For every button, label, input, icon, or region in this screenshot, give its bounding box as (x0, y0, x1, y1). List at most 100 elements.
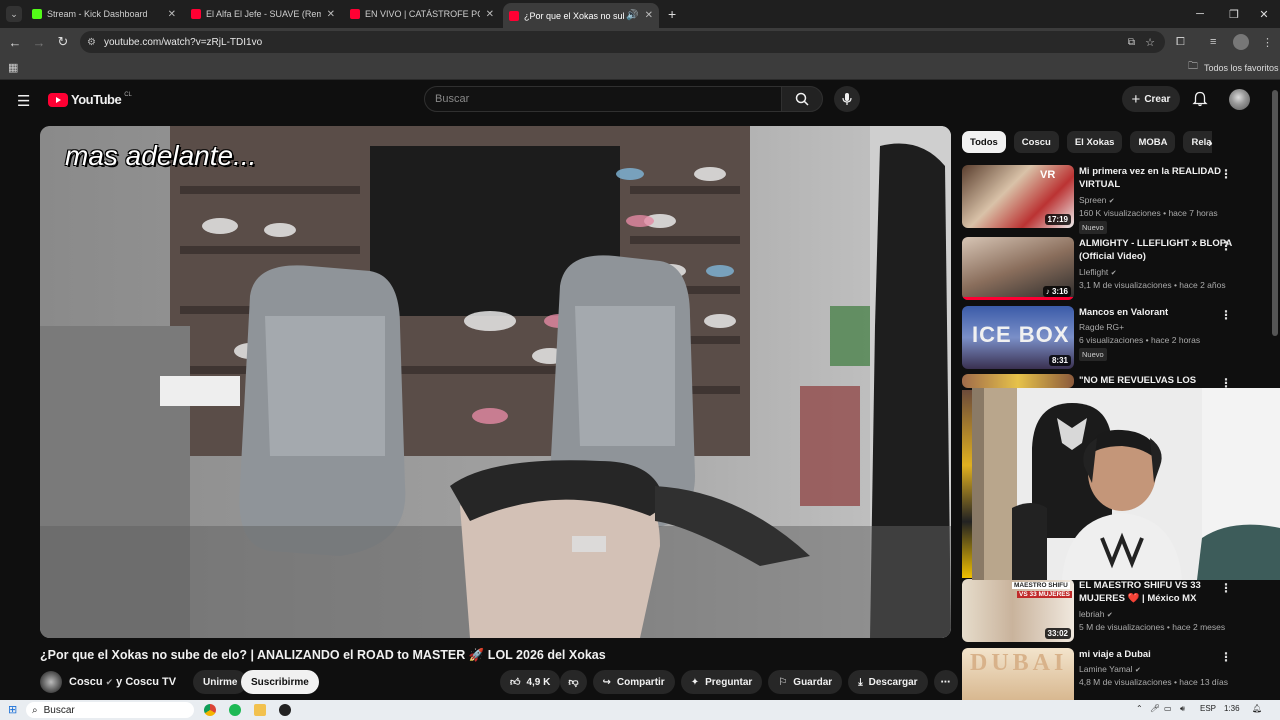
video-thumbnail[interactable]: ♪ 3:16 (962, 237, 1074, 300)
recommendation-item[interactable]: ♪ 3:16 ALMIGHTY - LLEFLIGHT x BLOPA (Off… (962, 237, 1262, 301)
profile-avatar[interactable] (1233, 34, 1249, 50)
video-title[interactable]: EL MAESTRO SHIFU VS 33 MUJERES ❤️ | Méxi… (1079, 579, 1239, 605)
youtube-play-icon (48, 92, 68, 107)
account-avatar[interactable] (1229, 89, 1250, 110)
obs-icon[interactable] (279, 704, 291, 716)
recommendation-item[interactable]: VR 17:19 Mi primera vez en la REALIDAD V… (962, 165, 1262, 234)
channel-name[interactable]: Lamine Yamal ✔ (1079, 664, 1141, 674)
more-options-icon[interactable]: ⋮ (1220, 239, 1232, 253)
search-placeholder: Buscar (435, 93, 470, 105)
channel-name[interactable]: Spreen ✔ (1079, 195, 1115, 205)
save-button[interactable]: ⚐ Guardar (768, 670, 843, 694)
microphone-icon (842, 93, 852, 105)
channel-name[interactable]: Lleflight ✔ (1079, 267, 1117, 277)
thumb-text: MAESTRO SHIFU (1012, 582, 1070, 589)
video-title[interactable]: Mancos en Valorant (1079, 306, 1239, 319)
close-tab-icon[interactable]: ✕ (327, 9, 335, 20)
channel-name[interactable]: lebriah ✔ (1079, 609, 1113, 619)
browser-menu-icon[interactable]: ⋮ (1262, 36, 1273, 49)
browser-tab-active[interactable]: ¿Por que el Xokas no sube d 🔊 ✕ (503, 3, 659, 28)
video-thumbnail[interactable]: VR 17:19 (962, 165, 1074, 228)
forward-icon[interactable]: → (27, 30, 51, 54)
network-icon[interactable]: ▭ (1164, 704, 1172, 713)
windows-start-icon[interactable]: ⊞ (8, 703, 17, 716)
browser-tab-kick[interactable]: Stream - Kick Dashboard ✕ (26, 3, 182, 25)
bookmarks-folder[interactable]: Todos los favoritos (1204, 63, 1279, 73)
chip-todos[interactable]: Todos (962, 131, 1006, 153)
channel-name[interactable]: Ragde RG+ (1079, 322, 1124, 332)
chrome-icon[interactable] (204, 704, 216, 716)
channel-collab[interactable]: y Coscu TV (116, 676, 176, 688)
recommendation-item[interactable]: MAESTRO SHIFU VS 33 MUJERES 33:02 EL MAE… (962, 579, 1262, 643)
voice-search-button[interactable] (834, 86, 860, 112)
youtube-logo[interactable]: YouTube CL (48, 92, 132, 107)
recommendation-item[interactable]: DUBAI mi viaje a Dubai Lamine Yamal ✔ 4,… (962, 648, 1262, 700)
cast-icon[interactable]: ⧉ (1128, 37, 1135, 48)
webcam-overlay (972, 388, 1280, 580)
close-window-icon[interactable]: ✕ (1248, 0, 1280, 28)
taskbar-search[interactable]: ⌕ Buscar (26, 702, 194, 718)
more-options-icon[interactable]: ⋮ (1220, 581, 1232, 595)
tray-mic-icon[interactable]: 🎤︎ (1150, 704, 1160, 713)
video-title[interactable]: "NO ME REVUELVAS LOS (1079, 374, 1239, 387)
chip-moba[interactable]: MOBA (1130, 131, 1176, 153)
video-title[interactable]: ALMIGHTY - LLEFLIGHT x BLOPA (Official V… (1079, 237, 1239, 263)
volume-icon[interactable]: 🔊︎ (1180, 704, 1185, 714)
extensions-icon[interactable]: ⧠ (1176, 36, 1185, 49)
language-indicator[interactable]: ESP (1200, 704, 1216, 713)
video-player[interactable]: mas adelante... (40, 126, 951, 638)
more-options-icon[interactable]: ⋮ (1220, 167, 1232, 181)
video-thumbnail[interactable]: MAESTRO SHIFU VS 33 MUJERES 33:02 (962, 579, 1074, 642)
notification-center-icon[interactable]: 🔔︎ (1252, 704, 1262, 713)
apps-grid-icon[interactable]: ▦ (8, 61, 18, 74)
clock[interactable]: 1:36 (1224, 704, 1240, 713)
reading-list-icon[interactable]: ≡ (1210, 36, 1216, 48)
ask-button[interactable]: ✦ Preguntar (680, 670, 763, 694)
back-icon[interactable]: ← (3, 30, 27, 54)
subscribe-button[interactable]: Suscribirme (241, 670, 319, 694)
bookmark-star-icon[interactable]: ☆ (1145, 36, 1155, 49)
tab-search-button[interactable]: ⌄ (6, 6, 22, 22)
url-field[interactable]: ⚙ youtube.com/watch?v=zRjL-TDI1vo ⧉ ☆ (80, 31, 1165, 53)
close-tab-icon[interactable]: ✕ (486, 9, 494, 20)
channel-name[interactable]: Coscu (69, 676, 103, 688)
share-button[interactable]: ↪ Compartir (592, 670, 675, 694)
tab-label: ¿Por que el Xokas no sube d (524, 10, 624, 21)
video-title[interactable]: Mi primera vez en la REALIDAD VIRTUAL (1079, 165, 1239, 191)
create-button[interactable]: + Crear (1122, 86, 1180, 112)
channel-avatar[interactable] (40, 671, 62, 693)
notifications-button[interactable] (1192, 91, 1208, 112)
file-explorer-icon[interactable] (254, 704, 266, 716)
thumb-text: DUBAI (970, 650, 1068, 676)
new-tab-button[interactable]: + (662, 3, 682, 25)
video-thumbnail[interactable]: DUBAI (962, 648, 1074, 700)
more-options-icon[interactable]: ⋮ (1220, 308, 1232, 322)
search-button[interactable] (781, 86, 823, 112)
chip-el-xokas[interactable]: El Xokas (1066, 131, 1123, 153)
video-thumbnail[interactable]: ICE BOX 8:31 (962, 306, 1074, 369)
tray-chevron-icon[interactable]: ⌃ (1136, 704, 1143, 713)
recommendation-item[interactable]: ICE BOX 8:31 Mancos en Valorant Ragde RG… (962, 306, 1262, 370)
recommendation-item[interactable]: "NO ME REVUELVAS LOS ⋮ (962, 374, 1262, 390)
search-input[interactable]: Buscar (424, 86, 782, 112)
close-tab-icon[interactable]: ✕ (645, 10, 653, 21)
more-actions-button[interactable]: ⋯ (933, 670, 958, 694)
site-info-icon[interactable]: ⚙ (87, 37, 96, 48)
browser-tab-en-vivo[interactable]: EN VIVO | CATÁSTROFE POR INUNDACIÓN ✕ (344, 3, 500, 25)
chips-next-icon[interactable]: › (1208, 134, 1213, 150)
dislike-button[interactable]: 👎︎ (560, 670, 587, 694)
speaker-icon[interactable]: 🔊 (626, 10, 638, 21)
close-tab-icon[interactable]: ✕ (168, 9, 176, 20)
like-button[interactable]: 👍︎ 4,9 K (500, 670, 561, 694)
browser-tab-el-alfa[interactable]: El Alfa El Jefe - SUAVE (Remix) Ft ✕ (185, 3, 341, 25)
download-button[interactable]: ⤓ Descargar (848, 670, 928, 694)
spotify-icon[interactable] (229, 704, 241, 716)
video-title[interactable]: mi viaje a Dubai (1079, 648, 1239, 661)
page-scrollbar[interactable] (1272, 90, 1278, 336)
chip-coscu[interactable]: Coscu (1013, 131, 1059, 153)
reload-icon[interactable]: ↻ (51, 30, 75, 54)
join-button[interactable]: Unirme (193, 670, 248, 694)
more-options-icon[interactable]: ⋮ (1220, 650, 1232, 664)
hamburger-menu-icon[interactable]: ☰ (17, 92, 30, 110)
video-thumbnail[interactable] (962, 374, 1074, 388)
